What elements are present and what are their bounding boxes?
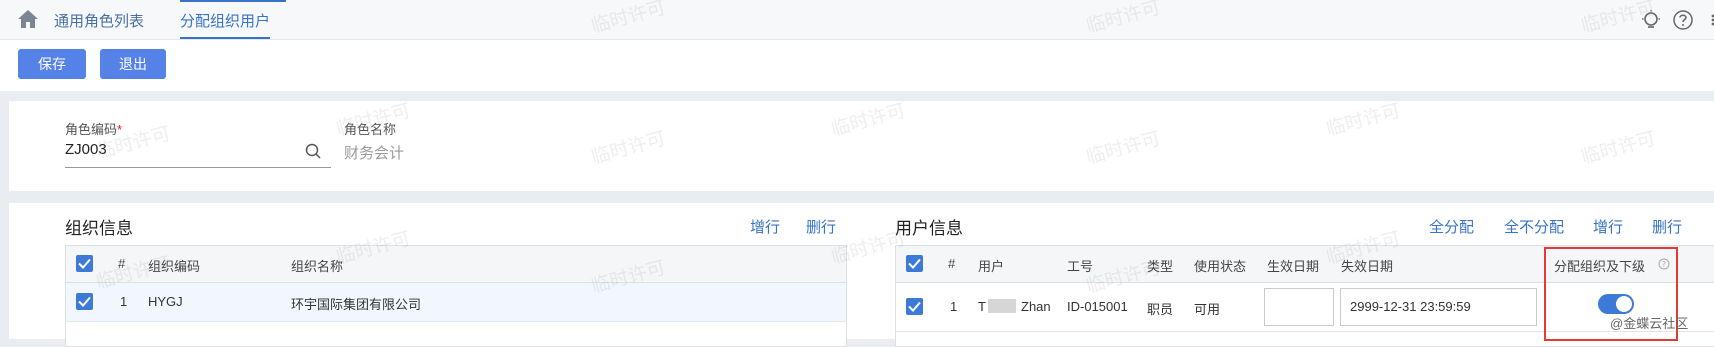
assignment-panel: 组织信息 增行 删行 # 组织编码 组织名称 1 HYGJ 环宇国际集团有限公司… xyxy=(9,203,1714,347)
org-grid: # 组织编码 组织名称 1 HYGJ 环宇国际集团有限公司 xyxy=(65,245,847,347)
org-col-code: 组织编码 xyxy=(148,259,201,274)
search-icon[interactable] xyxy=(304,142,322,160)
org-row-name: 环宇国际集团有限公司 xyxy=(291,297,422,312)
user-row-user-last: Zhan xyxy=(1021,299,1051,314)
end-date-input[interactable]: 2999-12-31 23:59:59 xyxy=(1340,288,1537,326)
user-col-job-no: 工号 xyxy=(1067,259,1094,274)
tab-assign-org-users[interactable]: 分配组织用户 xyxy=(180,10,271,39)
row-checkbox[interactable] xyxy=(906,298,923,315)
user-row-status: 可用 xyxy=(1194,302,1221,317)
user-col-status: 使用状态 xyxy=(1194,259,1247,274)
start-date-input[interactable] xyxy=(1264,288,1334,326)
role-code-input[interactable]: ZJ003 xyxy=(65,141,107,158)
role-name-label: 角色名称 xyxy=(344,122,397,137)
user-row-type: 职员 xyxy=(1147,302,1174,317)
user-col-type: 类型 xyxy=(1147,259,1174,274)
user-row-user-first: T xyxy=(978,299,986,314)
org-col-index: # xyxy=(118,256,126,271)
org-row-index: 1 xyxy=(120,294,128,309)
org-add-row-link[interactable]: 增行 xyxy=(750,216,780,237)
save-button[interactable]: 保存 xyxy=(18,49,86,79)
role-code-underline xyxy=(65,167,331,168)
user-delete-row-link[interactable]: 删行 xyxy=(1652,216,1682,237)
lightbulb-icon[interactable] xyxy=(1640,9,1662,31)
user-col-index: # xyxy=(948,256,956,271)
user-col-start-date: 生效日期 xyxy=(1267,259,1320,274)
assign-all-link[interactable]: 全分配 xyxy=(1429,216,1474,237)
assign-none-link[interactable]: 全不分配 xyxy=(1504,216,1564,237)
redacted-block xyxy=(988,299,1016,313)
user-row-job-no: ID-015001 xyxy=(1067,299,1128,314)
user-section-title: 用户信息 xyxy=(895,219,963,238)
org-col-name: 组织名称 xyxy=(291,259,344,274)
required-mark: * xyxy=(117,122,123,137)
org-delete-row-link[interactable]: 删行 xyxy=(806,216,836,237)
community-tag: @金蝶云社区 xyxy=(1610,316,1689,331)
tab-role-list[interactable]: 通用角色列表 xyxy=(54,10,144,31)
user-col-user: 用户 xyxy=(978,259,1005,274)
user-col-end-date: 失效日期 xyxy=(1341,259,1394,274)
home-icon[interactable] xyxy=(16,8,40,30)
user-row-index: 1 xyxy=(950,299,958,314)
org-section-title: 组织信息 xyxy=(65,219,133,238)
toolbar: 保存 退出 xyxy=(0,40,1714,91)
active-tab-indicator xyxy=(180,0,286,2)
org-select-all-checkbox[interactable] xyxy=(76,255,93,272)
user-add-row-link[interactable]: 增行 xyxy=(1593,216,1623,237)
help-icon[interactable] xyxy=(1672,9,1694,31)
row-checkbox[interactable] xyxy=(76,293,93,310)
org-grid-header: # 组织编码 组织名称 xyxy=(66,246,846,283)
exit-button[interactable]: 退出 xyxy=(100,49,166,79)
role-name-value: 财务会计 xyxy=(344,145,405,162)
top-tab-bar: 通用角色列表 分配组织用户 xyxy=(0,0,1714,40)
role-code-label: 角色编码* xyxy=(65,122,123,137)
table-row[interactable]: 1 HYGJ 环宇国际集团有限公司 xyxy=(66,283,846,322)
org-row-code: HYGJ xyxy=(148,294,183,309)
end-date-value: 2999-12-31 23:59:59 xyxy=(1350,299,1471,314)
user-select-all-checkbox[interactable] xyxy=(906,255,923,272)
role-panel: 角色编码* ZJ003 角色名称 财务会计 xyxy=(9,101,1714,191)
more-icon[interactable] xyxy=(1702,9,1714,31)
